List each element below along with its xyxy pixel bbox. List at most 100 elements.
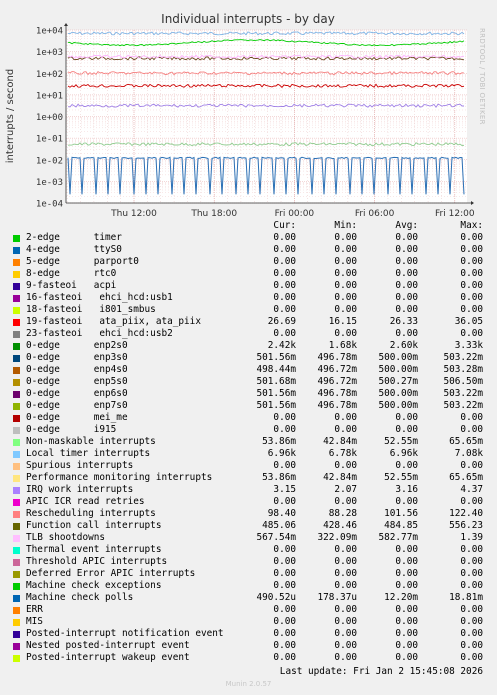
x-tick-label: Thu 18:00	[190, 209, 237, 219]
legend-cur-value: 501.56m	[256, 352, 296, 363]
legend-label: 0-edge enp4s0	[26, 364, 128, 375]
legend-swatch	[13, 259, 20, 266]
legend-max-value: 0.00	[460, 556, 483, 567]
legend-avg-value: 0.00	[395, 616, 418, 627]
legend-label: MIS	[26, 616, 43, 627]
legend-label: 0-edge i915	[26, 424, 117, 435]
legend-max-value: 0.00	[460, 304, 483, 315]
legend-min-value: 0.00	[334, 412, 357, 423]
legend-label: 4-edge ttyS0	[26, 244, 122, 255]
legend-row: 0-edge enp7s0 501.56m 496.78m 500.00m 503.22…	[0, 400, 497, 412]
legend-cur-value: 0.00	[273, 640, 296, 651]
y-axis-arrow	[64, 23, 68, 26]
legend-cur-value: 0.00	[273, 304, 296, 315]
legend-cur-value: 26.69	[267, 316, 296, 327]
legend-row: 0-edge enp6s0 501.56m 496.78m 500.00m 503.22…	[0, 388, 497, 400]
legend-avg-value: 0.00	[395, 580, 418, 591]
legend-min-value: 0.00	[334, 424, 357, 435]
legend-max-value: 0.00	[460, 616, 483, 627]
legend-label: ERR	[26, 604, 43, 615]
legend-swatch	[13, 451, 20, 458]
chart-title: Individual interrupts - by day	[161, 12, 335, 26]
legend-label: Local timer interrupts	[26, 448, 151, 459]
legend-min-value: 0.00	[334, 496, 357, 507]
legend-min-value: 0.00	[334, 640, 357, 651]
legend-cur-value: 485.06	[262, 520, 296, 531]
legend-min-value: 0.00	[334, 280, 357, 291]
legend-label: Posted-interrupt wakeup event	[26, 652, 190, 663]
legend-swatch	[13, 547, 20, 554]
legend-max-value: 0.00	[460, 544, 483, 555]
legend-avg-value: 582.77m	[378, 532, 418, 543]
legend-min-value: 42.84m	[323, 472, 357, 483]
legend-min-value: 496.72m	[317, 364, 357, 375]
legend-label: 0-edge mei_me	[26, 412, 128, 423]
legend-avg-value: 500.00m	[378, 352, 418, 363]
legend-cur-value: 501.56m	[256, 388, 296, 399]
legend-label: Posted-interrupt notification event	[26, 628, 224, 639]
legend-avg-value: 500.00m	[378, 400, 418, 411]
legend-row: Function call interrupts 485.06 428.46 484.…	[0, 520, 497, 532]
legend-cur-value: 0.00	[273, 604, 296, 615]
legend-avg-value: 0.00	[395, 328, 418, 339]
x-tick-label: Thu 12:00	[110, 209, 157, 219]
legend-avg-value: 2.60k	[389, 340, 418, 351]
legend-row: 2-edge timer 0.00 0.00 0.00 0.00	[0, 232, 497, 244]
legend-cur-value: 0.00	[273, 256, 296, 267]
legend-min-value: 0.00	[334, 628, 357, 639]
legend-swatch	[13, 595, 20, 602]
legend-row: 8-edge rtc0 0.00 0.00 0.00 0.00	[0, 268, 497, 280]
legend-min-value: 496.72m	[317, 376, 357, 387]
legend-label: Non-maskable interrupts	[26, 436, 156, 447]
legend-row: 5-edge parport0 0.00 0.00 0.00 0.00	[0, 256, 497, 268]
legend-label: Machine check polls	[26, 592, 134, 603]
interrupts-chart: 1e-04 1e-03 1e-02 1e-01 1e+00 1e+01 1e+02 1e+03…	[5, 12, 475, 219]
legend-avg-value: 0.00	[395, 244, 418, 255]
y-tick-label: 1e-04	[36, 200, 63, 210]
legend-row: 19-fasteoi ata_piix, ata_piix 26.69 16.15 2…	[0, 316, 497, 328]
legend-max-value: 0.00	[460, 280, 483, 291]
legend-label: Thermal event interrupts	[26, 544, 162, 555]
last-update: Last update: Fri Jan 2 15:45:08 2026	[279, 666, 483, 677]
col-avg-header: Avg:	[395, 220, 418, 231]
legend-cur-value: 0.00	[273, 628, 296, 639]
legend-avg-value: 52.55m	[384, 436, 418, 447]
legend-row: Performance monitoring interrupts 53.86m 4…	[0, 472, 497, 484]
legend-cur-value: 490.52u	[256, 592, 296, 603]
legend-cur-value: 0.00	[273, 460, 296, 471]
legend-swatch	[13, 367, 20, 374]
legend-min-value: 0.00	[334, 244, 357, 255]
legend-avg-value: 0.00	[395, 652, 418, 663]
legend-cur-value: 0.00	[273, 568, 296, 579]
legend-max-value: 0.00	[460, 580, 483, 591]
legend-swatch	[13, 307, 20, 314]
legend-swatch	[13, 379, 20, 386]
legend-max-value: 0.00	[460, 496, 483, 507]
legend-cur-value: 3.15	[273, 484, 296, 495]
legend-avg-value: 0.00	[395, 256, 418, 267]
legend-min-value: 0.00	[334, 616, 357, 627]
legend-max-value: 556.23	[449, 520, 483, 531]
x-axis-arrow	[471, 201, 474, 205]
legend-avg-value: 26.33	[389, 316, 418, 327]
y-tick-label: 1e-02	[36, 156, 63, 166]
legend-swatch	[13, 403, 20, 410]
legend-swatch	[13, 559, 20, 566]
legend-row: Local timer interrupts 6.96k 6.78k 6.96k 7.0…	[0, 448, 497, 460]
legend-label: Spurious interrupts	[26, 460, 134, 471]
legend-cur-value: 0.00	[273, 544, 296, 555]
legend-cur-value: 0.00	[273, 232, 296, 243]
legend-avg-value: 12.20m	[384, 592, 418, 603]
legend-cur-value: 501.68m	[256, 376, 296, 387]
legend-row: 4-edge ttyS0 0.00 0.00 0.00 0.00	[0, 244, 497, 256]
legend-swatch	[13, 571, 20, 578]
legend-cur-value: 0.00	[273, 268, 296, 279]
legend-min-value: 178.37u	[317, 592, 357, 603]
legend-avg-value: 3.16	[395, 484, 418, 495]
legend-cur-value: 53.86m	[262, 472, 296, 483]
legend-max-value: 0.00	[460, 256, 483, 267]
legend-label: 9-fasteoi acpi	[26, 280, 117, 291]
legend-cur-value: 2.42k	[267, 340, 296, 351]
legend-max-value: 0.00	[460, 460, 483, 471]
y-tick-label: 1e+03	[36, 48, 63, 58]
